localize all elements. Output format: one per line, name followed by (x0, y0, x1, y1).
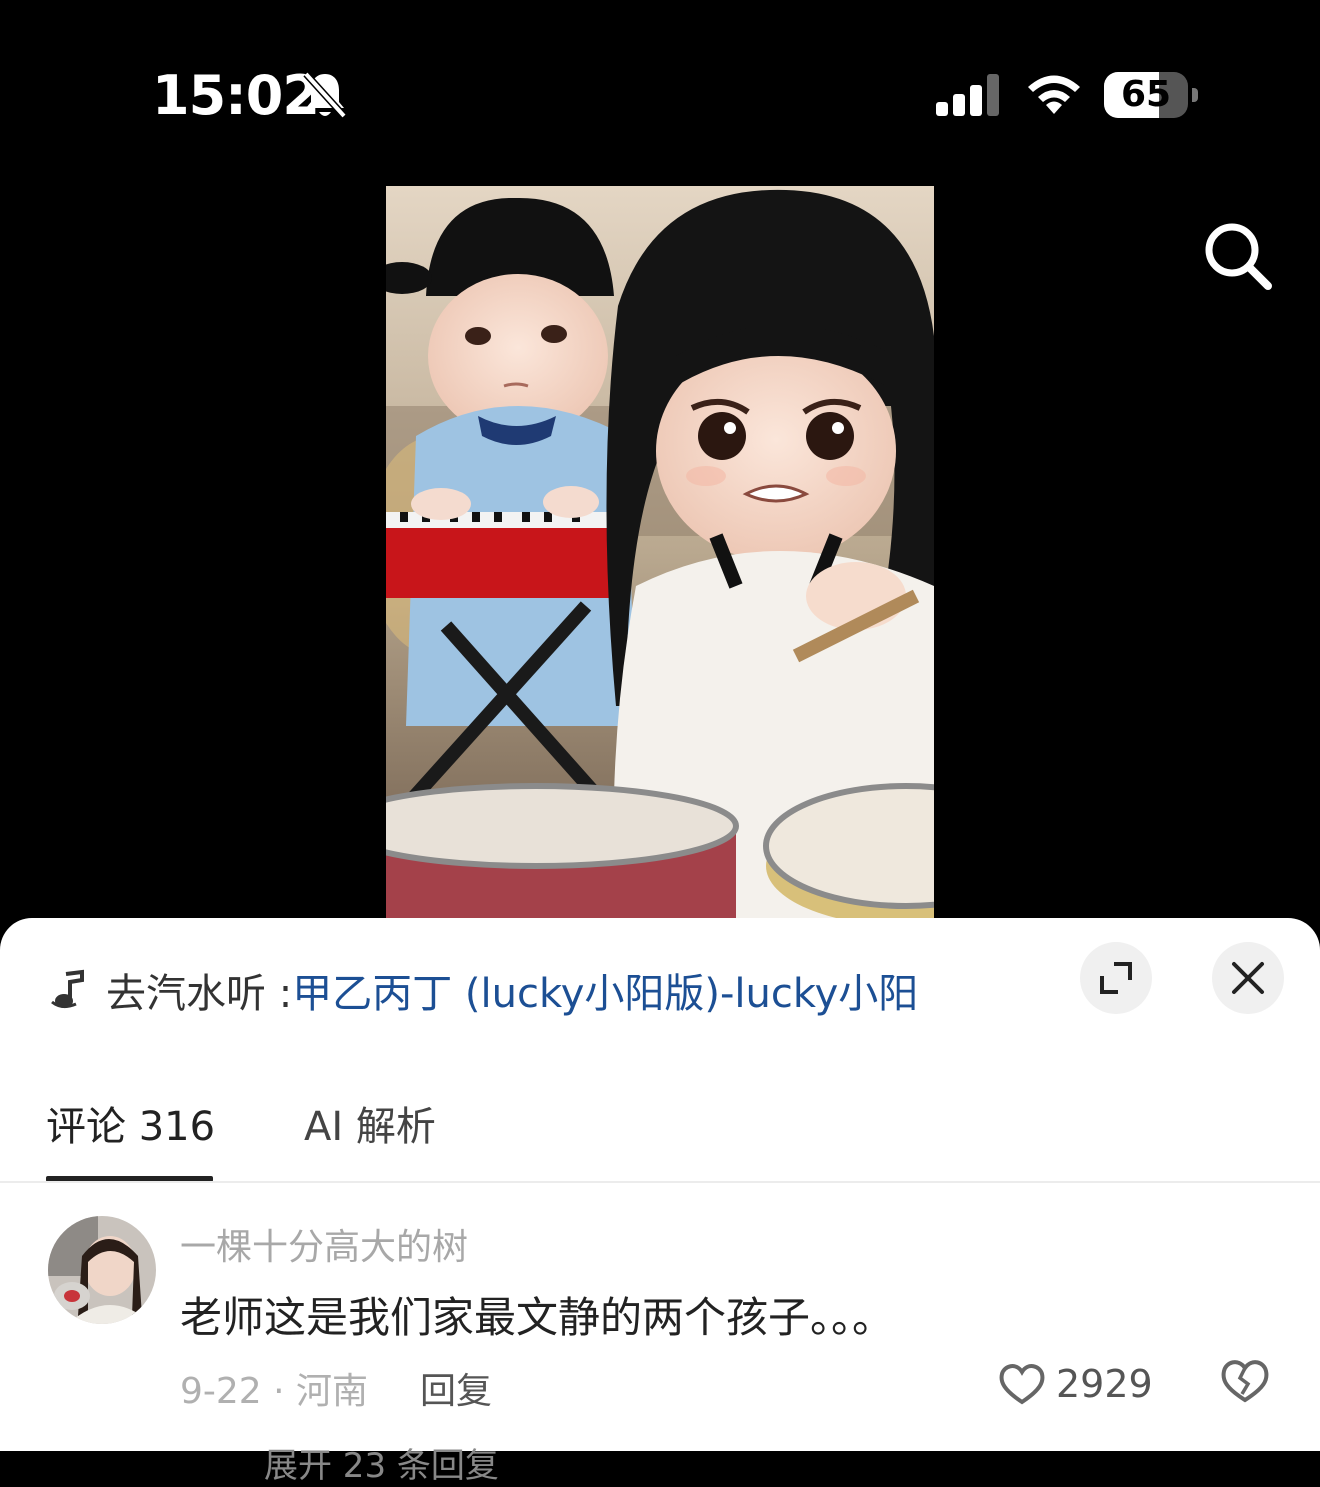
like-count: 2929 (1056, 1362, 1153, 1406)
expand-button[interactable] (1080, 942, 1152, 1014)
avatar[interactable] (48, 1216, 156, 1324)
status-bar: 15:02 65 (0, 0, 1320, 190)
music-prefix: 去汽水听 : (106, 971, 293, 1017)
comment-text: 老师这是我们家最文静的两个孩子。。。 (180, 1293, 895, 1342)
status-time: 15:02 (152, 64, 320, 127)
close-button[interactable] (1212, 942, 1284, 1014)
comment-date-location: 9-22 · 河南 (180, 1371, 369, 1412)
avatar-image (48, 1216, 156, 1324)
search-icon (1205, 223, 1272, 290)
video-frame (386, 186, 934, 918)
expand-replies-link[interactable]: 展开 23 条回复 (264, 1438, 499, 1487)
heart-icon (999, 1364, 1045, 1405)
comment-username[interactable]: 一棵十分高大的树 (180, 1218, 468, 1270)
tabs-divider (0, 1181, 1320, 1183)
music-row[interactable]: 去汽水听 : 甲乙丙丁 (lucky小阳版)-lucky小阳 (48, 960, 918, 1020)
like-button[interactable]: 2929 (998, 1358, 1153, 1410)
wifi-icon (1028, 75, 1080, 114)
mute-bell-icon (303, 71, 347, 119)
close-icon (1232, 962, 1264, 994)
broken-heart-icon (1221, 1360, 1269, 1403)
expand-icon (1100, 962, 1132, 994)
cellular-signal-icon (936, 74, 999, 116)
video-player[interactable] (386, 186, 934, 918)
music-track-link[interactable]: 甲乙丙丁 (lucky小阳版)-lucky小阳 (292, 961, 918, 1019)
tab-comments[interactable]: 评论 316 (46, 1094, 215, 1152)
battery-cap (1192, 88, 1198, 102)
search-button[interactable] (1200, 218, 1276, 294)
tab-ai-analysis[interactable]: AI 解析 (304, 1094, 436, 1152)
battery-level: 65 (1120, 74, 1172, 115)
battery-icon: 65 (1104, 72, 1188, 118)
music-note-icon (51, 969, 84, 1009)
reply-button[interactable]: 回复 (420, 1362, 492, 1414)
dislike-button[interactable] (1220, 1358, 1270, 1408)
